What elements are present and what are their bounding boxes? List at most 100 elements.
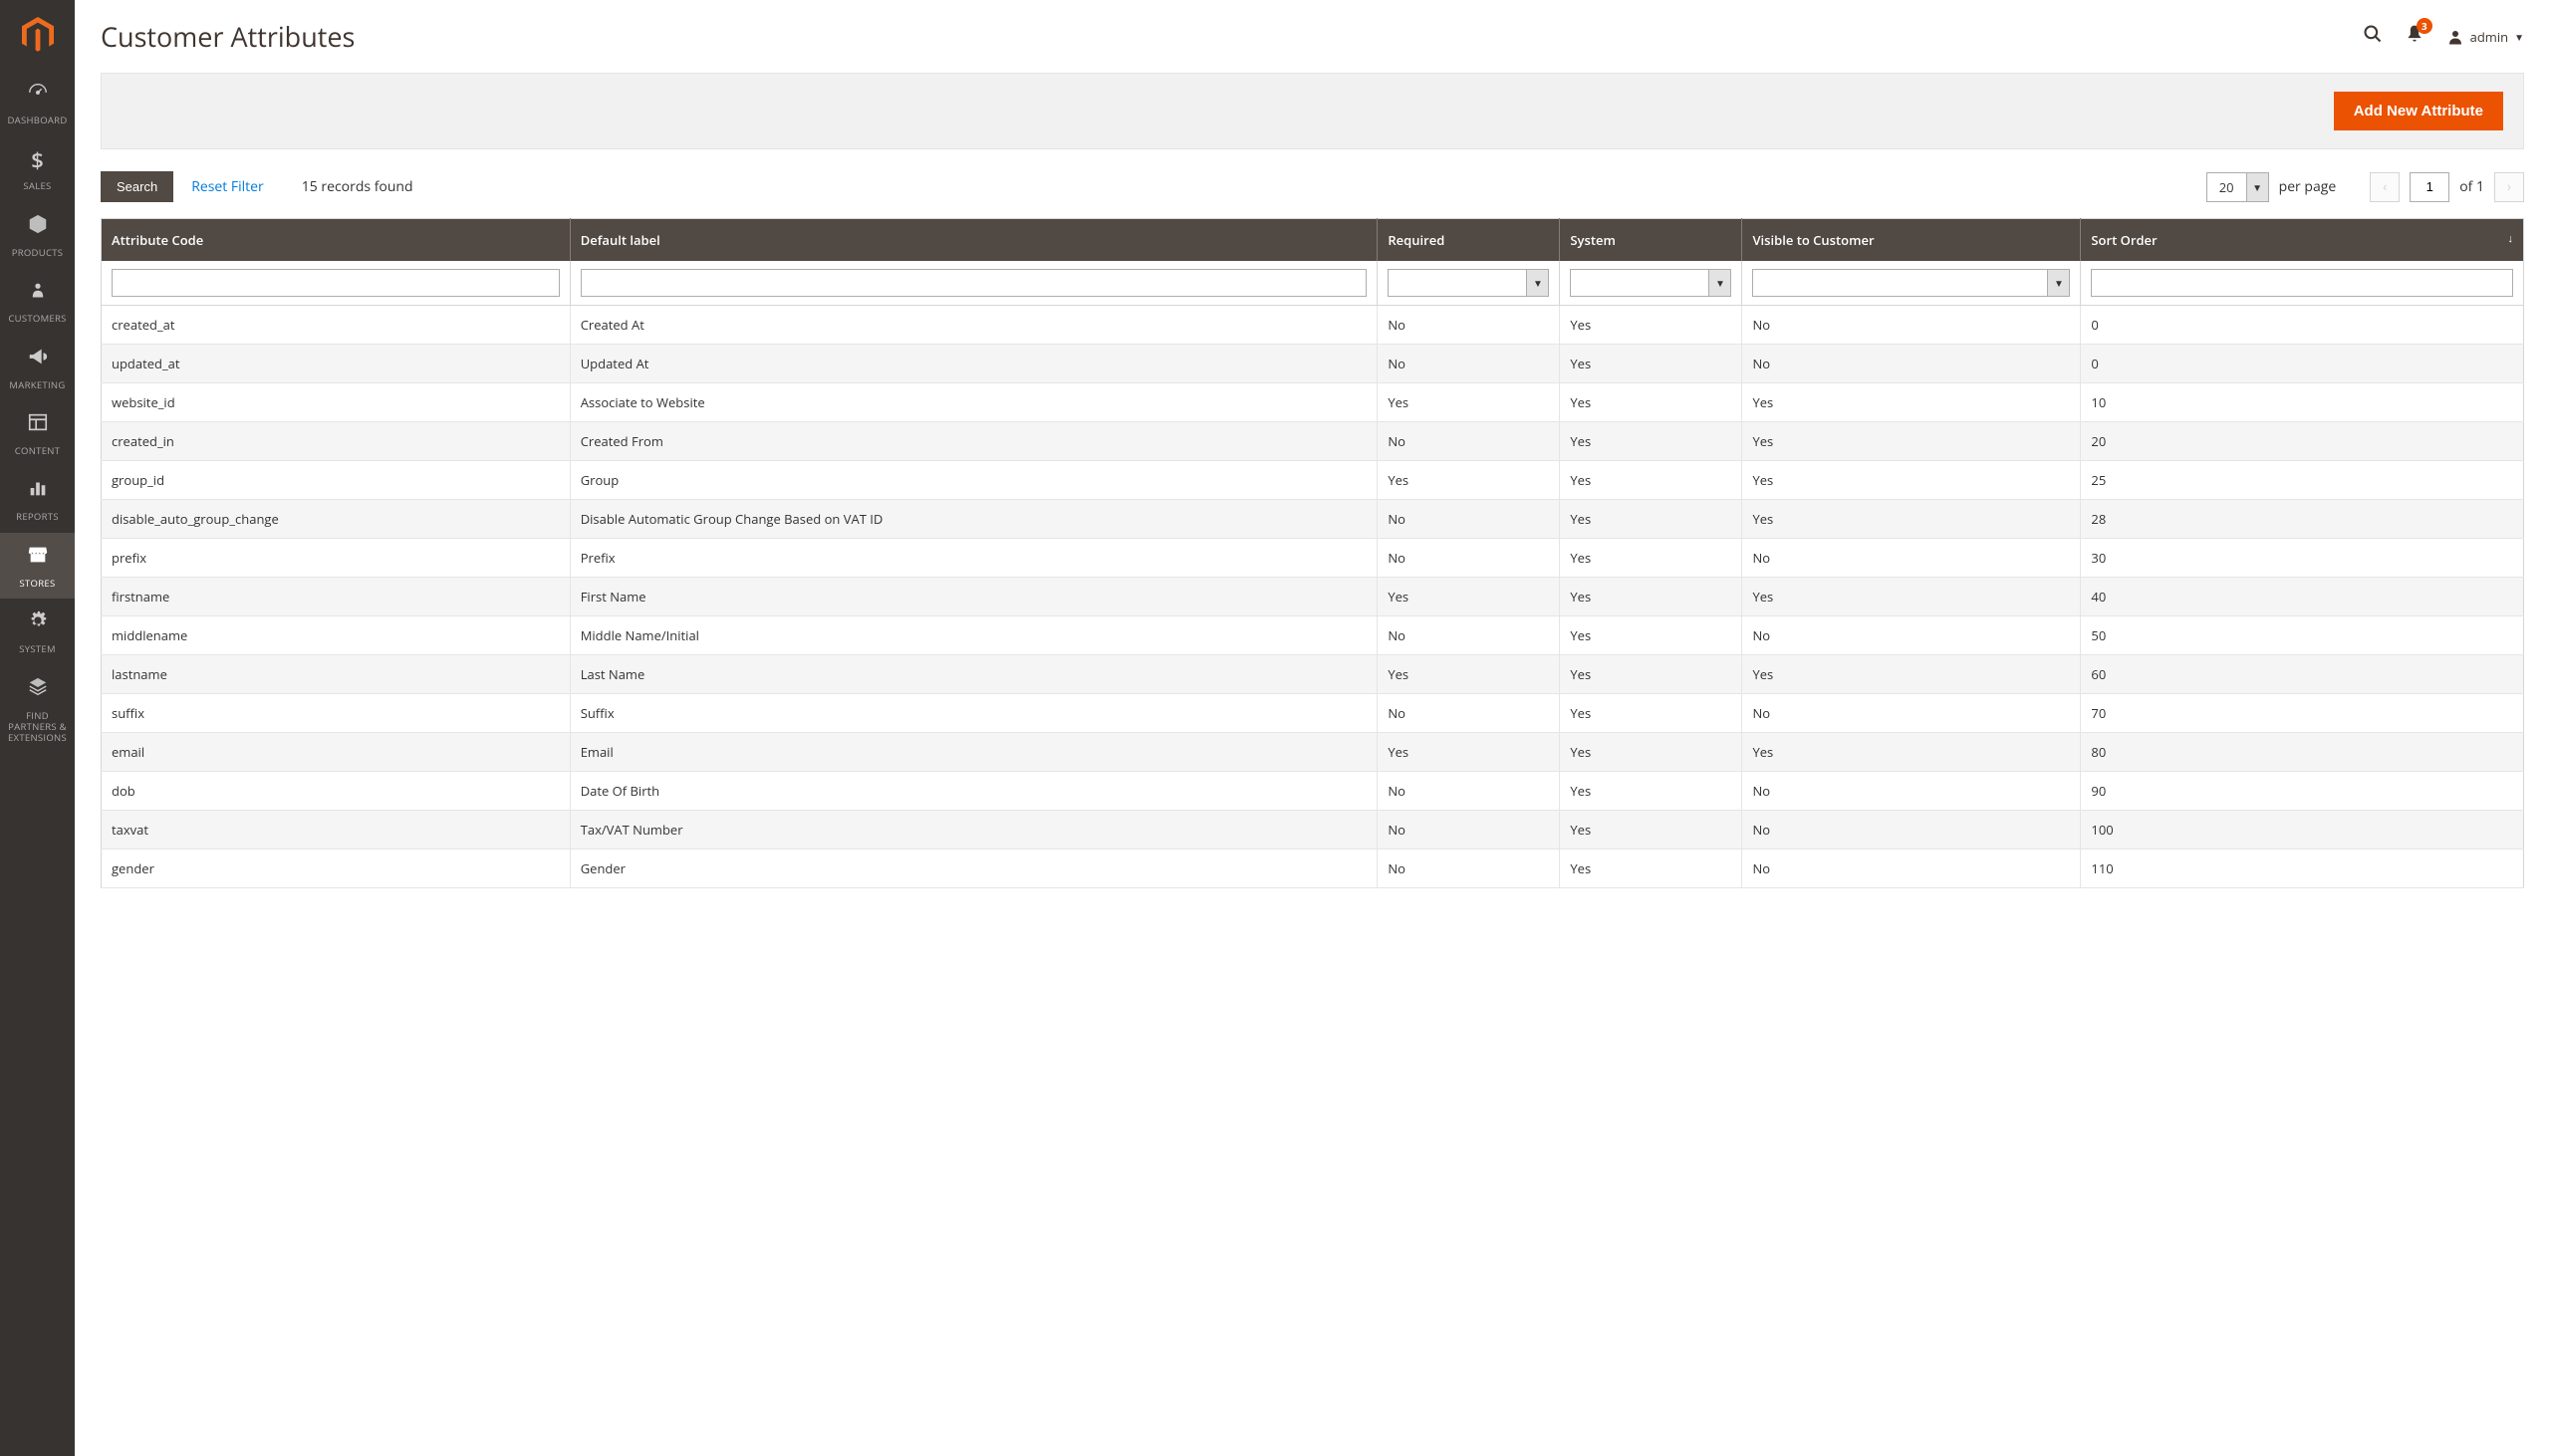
table-row[interactable]: disable_auto_group_changeDisable Automat… [102, 500, 2524, 539]
cell-system: Yes [1560, 539, 1742, 578]
table-row[interactable]: group_idGroupYesYesYes25 [102, 461, 2524, 500]
table-row[interactable]: created_atCreated AtNoYesNo0 [102, 306, 2524, 345]
cell-system: Yes [1560, 345, 1742, 383]
table-row[interactable]: website_idAssociate to WebsiteYesYesYes1… [102, 383, 2524, 422]
chevron-left-icon: ‹ [2383, 177, 2387, 196]
column-header-visible[interactable]: Visible to Customer [1742, 219, 2081, 262]
cell-visible: Yes [1742, 461, 2081, 500]
sidebar-item-content[interactable]: CONTENT [0, 400, 75, 466]
user-menu[interactable]: admin ▼ [2446, 28, 2524, 46]
table-row[interactable]: suffixSuffixNoYesNo70 [102, 694, 2524, 733]
cell-label: Group [570, 461, 1378, 500]
cell-required: No [1378, 345, 1560, 383]
column-header-required[interactable]: Required [1378, 219, 1560, 262]
sidebar-item-label: SALES [23, 180, 51, 191]
add-new-attribute-button[interactable]: Add New Attribute [2334, 92, 2503, 130]
cell-code: prefix [102, 539, 571, 578]
chevron-down-icon: ▼ [2047, 270, 2069, 296]
cell-system: Yes [1560, 578, 1742, 616]
table-row[interactable]: created_inCreated FromNoYesYes20 [102, 422, 2524, 461]
page-input[interactable] [2410, 172, 2449, 202]
sidebar-item-reports[interactable]: REPORTS [0, 466, 75, 532]
sidebar-item-label: REPORTS [16, 511, 59, 522]
cell-visible: No [1742, 539, 2081, 578]
table-row[interactable]: prefixPrefixNoYesNo30 [102, 539, 2524, 578]
cell-code: gender [102, 849, 571, 888]
cell-required: No [1378, 694, 1560, 733]
column-header-default-label[interactable]: Default label [570, 219, 1378, 262]
sidebar-item-label: DASHBOARD [7, 115, 67, 125]
table-row[interactable]: middlenameMiddle Name/InitialNoYesNo50 [102, 616, 2524, 655]
cell-system: Yes [1560, 655, 1742, 694]
person-icon [29, 278, 47, 308]
notification-icon[interactable]: 3 [2405, 23, 2424, 50]
sidebar-item-stores[interactable]: STORES [0, 533, 75, 599]
per-page-select[interactable]: 20 ▼ [2206, 172, 2269, 202]
reset-filter-link[interactable]: Reset Filter [191, 177, 264, 196]
sort-arrow-icon: ↓ [2508, 231, 2514, 246]
chevron-down-icon: ▼ [2246, 173, 2268, 201]
cell-system: Yes [1560, 461, 1742, 500]
cell-label: Prefix [570, 539, 1378, 578]
cell-label: First Name [570, 578, 1378, 616]
search-icon[interactable] [2363, 23, 2383, 50]
table-row[interactable]: firstnameFirst NameYesYesYes40 [102, 578, 2524, 616]
page-title: Customer Attributes [101, 18, 355, 55]
cell-label: Middle Name/Initial [570, 616, 1378, 655]
table-row[interactable]: taxvatTax/VAT NumberNoYesNo100 [102, 811, 2524, 849]
page-header: Customer Attributes 3 admin ▼ [101, 0, 2524, 73]
cell-code: email [102, 733, 571, 772]
sidebar-item-label: STORES [20, 578, 56, 589]
cell-system: Yes [1560, 422, 1742, 461]
cell-sort: 25 [2081, 461, 2524, 500]
table-row[interactable]: updated_atUpdated AtNoYesNo0 [102, 345, 2524, 383]
filter-attribute-code[interactable] [112, 269, 560, 297]
table-row[interactable]: genderGenderNoYesNo110 [102, 849, 2524, 888]
cell-visible: Yes [1742, 383, 2081, 422]
page-of-label: of 1 [2459, 177, 2484, 196]
cell-code: website_id [102, 383, 571, 422]
cell-system: Yes [1560, 733, 1742, 772]
table-row[interactable]: emailEmailYesYesYes80 [102, 733, 2524, 772]
cell-system: Yes [1560, 500, 1742, 539]
column-header-attribute-code[interactable]: Attribute Code [102, 219, 571, 262]
cell-sort: 0 [2081, 345, 2524, 383]
cell-sort: 90 [2081, 772, 2524, 811]
records-found-label: 15 records found [302, 177, 413, 196]
magento-logo-icon [18, 15, 58, 55]
column-header-sort-order[interactable]: Sort Order↓ [2081, 219, 2524, 262]
filter-sort-order[interactable] [2091, 269, 2513, 297]
filter-default-label[interactable] [581, 269, 1368, 297]
storefront-icon [27, 543, 49, 573]
pager-prev-button[interactable]: ‹ [2370, 172, 2400, 202]
cell-required: No [1378, 849, 1560, 888]
cell-code: created_at [102, 306, 571, 345]
sidebar-item-label: CONTENT [15, 445, 61, 456]
sidebar-item-system[interactable]: SYSTEM [0, 599, 75, 664]
table-row[interactable]: dobDate Of BirthNoYesNo90 [102, 772, 2524, 811]
sidebar-item-marketing[interactable]: MARKETING [0, 335, 75, 400]
cell-label: Gender [570, 849, 1378, 888]
notification-badge: 3 [2417, 18, 2432, 34]
sidebar-item-find-partners-extensions[interactable]: FIND PARTNERS & EXTENSIONS [0, 665, 75, 754]
table-row[interactable]: lastnameLast NameYesYesYes60 [102, 655, 2524, 694]
sidebar-item-dashboard[interactable]: DASHBOARD [0, 70, 75, 135]
magento-logo[interactable] [0, 0, 75, 70]
pager-next-button[interactable]: › [2494, 172, 2524, 202]
filter-system-select[interactable]: ▼ [1570, 269, 1731, 297]
column-header-system[interactable]: System [1560, 219, 1742, 262]
cell-visible: No [1742, 616, 2081, 655]
sidebar-item-label: CUSTOMERS [8, 313, 66, 324]
filter-visible-select[interactable]: ▼ [1752, 269, 2070, 297]
attributes-table: Attribute Code Default label Required Sy… [101, 218, 2524, 888]
cell-code: group_id [102, 461, 571, 500]
cell-code: suffix [102, 694, 571, 733]
sidebar-item-sales[interactable]: $SALES [0, 135, 75, 201]
sidebar-item-customers[interactable]: CUSTOMERS [0, 268, 75, 334]
per-page-label: per page [2279, 177, 2337, 196]
filter-required-select[interactable]: ▼ [1388, 269, 1549, 297]
search-button[interactable]: Search [101, 171, 173, 202]
sidebar-item-products[interactable]: PRODUCTS [0, 202, 75, 268]
cell-code: updated_at [102, 345, 571, 383]
sidebar-item-label: PRODUCTS [12, 247, 64, 258]
